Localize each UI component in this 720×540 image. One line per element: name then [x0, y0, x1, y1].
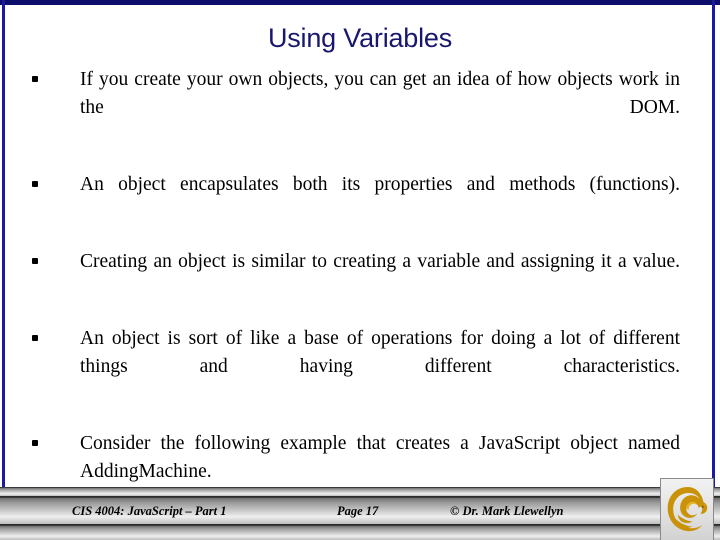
footer-text-row: CIS 4004: JavaScript – Part 1 Page 17 © … — [0, 497, 650, 525]
bullet-item: If you create your own objects, you can … — [0, 66, 720, 150]
footer-page-number: Page 17 — [337, 503, 379, 518]
bullet-item-text: Creating an object is similar to creatin… — [80, 251, 680, 272]
pegasus-icon — [667, 486, 708, 531]
bullet-item: An object is sort of like a base of oper… — [0, 325, 720, 409]
bullet-dot-icon — [32, 76, 38, 82]
bullet-item: An object encapsulates both its properti… — [0, 171, 720, 227]
bullet-dot-icon — [32, 181, 38, 187]
bullet-item: Creating an object is similar to creatin… — [0, 248, 720, 304]
footer-course-label: CIS 4004: JavaScript – Part 1 — [72, 503, 227, 518]
slide-title: Using Variables — [267, 23, 453, 53]
bullet-dot-icon — [32, 440, 38, 446]
footer-bar-bottom — [0, 525, 720, 540]
bullet-dot-icon — [32, 335, 38, 341]
footer-bar-top — [0, 487, 720, 497]
bullet-list: If you create your own objects, you can … — [0, 66, 720, 514]
slide: Using Variables If you create your own o… — [0, 0, 720, 540]
ucf-pegasus-logo — [660, 478, 714, 540]
footer-copyright: © Dr. Mark Llewellyn — [450, 503, 564, 518]
bullet-item-text: An object encapsulates both its properti… — [80, 174, 680, 195]
bullet-dot-icon — [32, 258, 38, 264]
slide-footer: CIS 4004: JavaScript – Part 1 Page 17 © … — [0, 487, 720, 540]
bullet-item-text: If you create your own objects, you can … — [80, 69, 680, 118]
slide-border-top — [0, 0, 720, 5]
bullet-item-text: An object is sort of like a base of oper… — [80, 328, 680, 377]
